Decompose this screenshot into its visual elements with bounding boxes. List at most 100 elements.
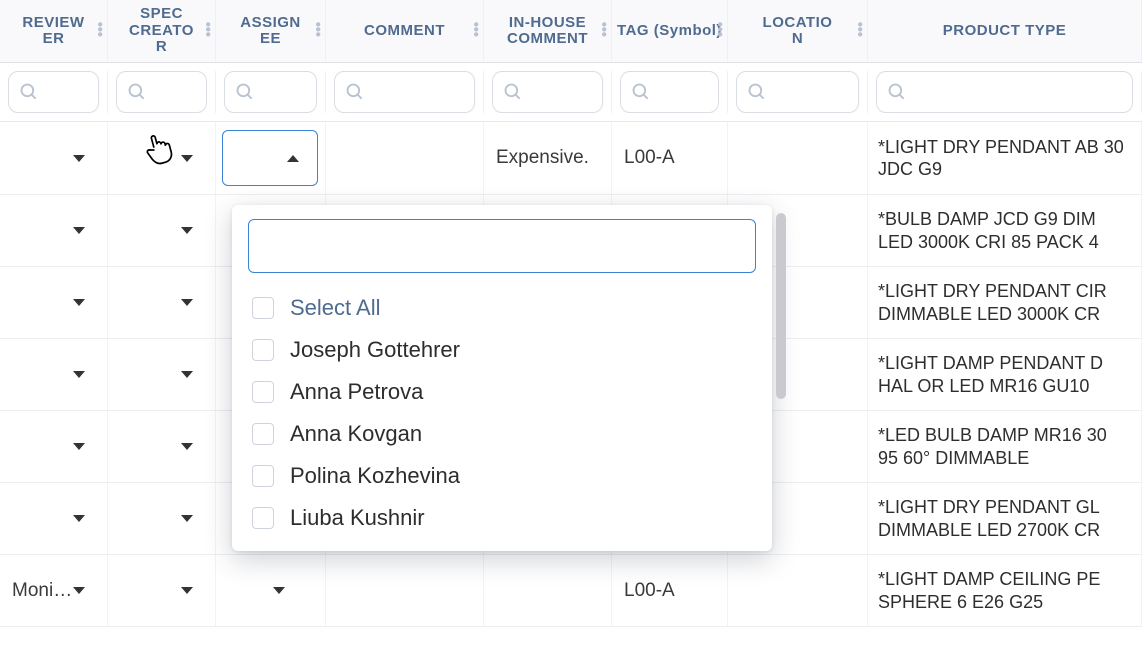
- col-header-product-type[interactable]: PRODUCT TYPE: [868, 0, 1142, 62]
- assignee-dropdown-open[interactable]: [222, 130, 318, 186]
- cell-assignee[interactable]: [216, 555, 326, 626]
- chevron-up-icon[interactable]: [287, 155, 299, 162]
- cell-product-type[interactable]: *LIGHT DRY PENDANT AB 30 JDC G9: [868, 122, 1142, 194]
- search-icon: [345, 82, 365, 102]
- checkbox[interactable]: [252, 297, 274, 319]
- checkbox[interactable]: [252, 423, 274, 445]
- cell-product-type[interactable]: *LED BULB DAMP MR16 30 95 60° DIMMABLE: [868, 411, 1142, 482]
- col-header-tag[interactable]: TAG (Symbol) •••: [612, 0, 728, 62]
- col-header-comment[interactable]: COMMENT •••: [326, 0, 484, 62]
- cell-product-type[interactable]: *LIGHT DRY PENDANT GL DIMMABLE LED 2700K…: [868, 483, 1142, 554]
- kebab-menu-icon[interactable]: •••: [717, 24, 723, 39]
- filter-reviewer[interactable]: [8, 71, 99, 113]
- cell-assignee[interactable]: [216, 122, 326, 194]
- cell-product-type[interactable]: *LIGHT DAMP PENDANT D HAL OR LED MR16 GU…: [868, 339, 1142, 410]
- cell-product-type[interactable]: *BULB DAMP JCD G9 DIM LED 3000K CRI 85 P…: [868, 195, 1142, 266]
- assignee-option-select-all[interactable]: Select All: [248, 287, 756, 329]
- cell-reviewer[interactable]: [0, 483, 108, 554]
- col-header-label: IN-HOUSE COMMENT: [488, 15, 607, 48]
- cell-comment[interactable]: [326, 122, 484, 194]
- filter-spec-creator[interactable]: [116, 71, 207, 113]
- assignee-option[interactable]: Polina Kozhevina: [248, 455, 756, 497]
- column-header-row: REVIEW ER ••• SPEC CREATO R ••• ASSIGN E…: [0, 0, 1142, 63]
- filter-product-type[interactable]: [876, 71, 1133, 113]
- kebab-menu-icon[interactable]: •••: [601, 24, 607, 39]
- chevron-down-icon[interactable]: [73, 299, 85, 306]
- col-header-label: REVIEW ER: [22, 15, 84, 48]
- chevron-down-icon[interactable]: [73, 587, 85, 594]
- table-row: Monica... L00-A *LIGHT DAMP CEILING PE SPH…: [0, 555, 1142, 627]
- filter-location[interactable]: [736, 71, 859, 113]
- cell-product-type[interactable]: *LIGHT DRY PENDANT CIR DIMMABLE LED 3000…: [868, 267, 1142, 338]
- reviewer-value: Monica...: [12, 580, 73, 602]
- option-label: Anna Kovgan: [290, 421, 422, 447]
- col-header-reviewer[interactable]: REVIEW ER •••: [0, 0, 108, 62]
- checkbox[interactable]: [252, 507, 274, 529]
- cell-product-type[interactable]: *LIGHT DAMP CEILING PE SPHERE 6 E26 G25: [868, 555, 1142, 626]
- cell-spec-creator[interactable]: [108, 411, 216, 482]
- cell-spec-creator[interactable]: [108, 339, 216, 410]
- cell-spec-creator[interactable]: [108, 483, 216, 554]
- checkbox[interactable]: [252, 381, 274, 403]
- spec-grid: REVIEW ER ••• SPEC CREATO R ••• ASSIGN E…: [0, 0, 1142, 627]
- kebab-menu-icon[interactable]: •••: [857, 24, 863, 39]
- checkbox[interactable]: [252, 339, 274, 361]
- chevron-down-icon[interactable]: [181, 299, 193, 306]
- col-header-assignee[interactable]: ASSIGN EE •••: [216, 0, 326, 62]
- col-header-in-house-comment[interactable]: IN-HOUSE COMMENT •••: [484, 0, 612, 62]
- assignee-option[interactable]: Liuba Kushnir: [248, 497, 756, 539]
- chevron-down-icon[interactable]: [181, 155, 193, 162]
- col-header-location[interactable]: LOCATIO N •••: [728, 0, 868, 62]
- cell-spec-creator[interactable]: [108, 195, 216, 266]
- chevron-down-icon[interactable]: [181, 587, 193, 594]
- cell-reviewer[interactable]: [0, 195, 108, 266]
- cell-spec-creator[interactable]: [108, 267, 216, 338]
- table-row: Expensive.L00-A *LIGHT DRY PENDANT AB 30 …: [0, 122, 1142, 195]
- cell-spec-creator[interactable]: [108, 122, 216, 194]
- filter-assignee[interactable]: [224, 71, 317, 113]
- cell-reviewer[interactable]: Monica...: [0, 555, 108, 626]
- cell-tag[interactable]: L00-A: [612, 122, 728, 194]
- search-icon: [747, 82, 767, 102]
- kebab-menu-icon[interactable]: •••: [205, 24, 211, 39]
- kebab-menu-icon[interactable]: •••: [97, 24, 103, 39]
- col-header-label: LOCATIO N: [763, 15, 833, 48]
- filter-in-house[interactable]: [492, 71, 603, 113]
- chevron-down-icon[interactable]: [273, 587, 285, 594]
- cell-reviewer[interactable]: [0, 339, 108, 410]
- kebab-menu-icon[interactable]: •••: [315, 24, 321, 39]
- cell-comment[interactable]: [326, 555, 484, 626]
- col-header-label: SPEC CREATO R: [112, 6, 211, 56]
- search-icon: [503, 82, 523, 102]
- assignee-search-input[interactable]: [248, 219, 756, 273]
- kebab-menu-icon[interactable]: •••: [473, 24, 479, 39]
- chevron-down-icon[interactable]: [181, 227, 193, 234]
- scrollbar-thumb[interactable]: [776, 213, 786, 399]
- chevron-down-icon[interactable]: [181, 515, 193, 522]
- chevron-down-icon[interactable]: [73, 371, 85, 378]
- cell-reviewer[interactable]: [0, 122, 108, 194]
- cell-location[interactable]: [728, 122, 868, 194]
- option-label: Joseph Gottehrer: [290, 337, 460, 363]
- chevron-down-icon[interactable]: [73, 227, 85, 234]
- chevron-down-icon[interactable]: [181, 443, 193, 450]
- cell-in-house-comment[interactable]: Expensive.: [484, 122, 612, 194]
- checkbox[interactable]: [252, 465, 274, 487]
- col-header-spec-creator[interactable]: SPEC CREATO R •••: [108, 0, 216, 62]
- cell-location[interactable]: [728, 555, 868, 626]
- filter-comment[interactable]: [334, 71, 475, 113]
- chevron-down-icon[interactable]: [73, 155, 85, 162]
- cell-spec-creator[interactable]: [108, 555, 216, 626]
- cell-reviewer[interactable]: [0, 411, 108, 482]
- cell-in-house-comment[interactable]: [484, 555, 612, 626]
- chevron-down-icon[interactable]: [73, 515, 85, 522]
- assignee-option[interactable]: Joseph Gottehrer: [248, 329, 756, 371]
- chevron-down-icon[interactable]: [181, 371, 193, 378]
- filter-tag[interactable]: [620, 71, 719, 113]
- assignee-option[interactable]: Anna Petrova: [248, 371, 756, 413]
- chevron-down-icon[interactable]: [73, 443, 85, 450]
- option-label: Select All: [290, 295, 381, 321]
- assignee-option[interactable]: Anna Kovgan: [248, 413, 756, 455]
- cell-reviewer[interactable]: [0, 267, 108, 338]
- cell-tag[interactable]: L00-A: [612, 555, 728, 626]
